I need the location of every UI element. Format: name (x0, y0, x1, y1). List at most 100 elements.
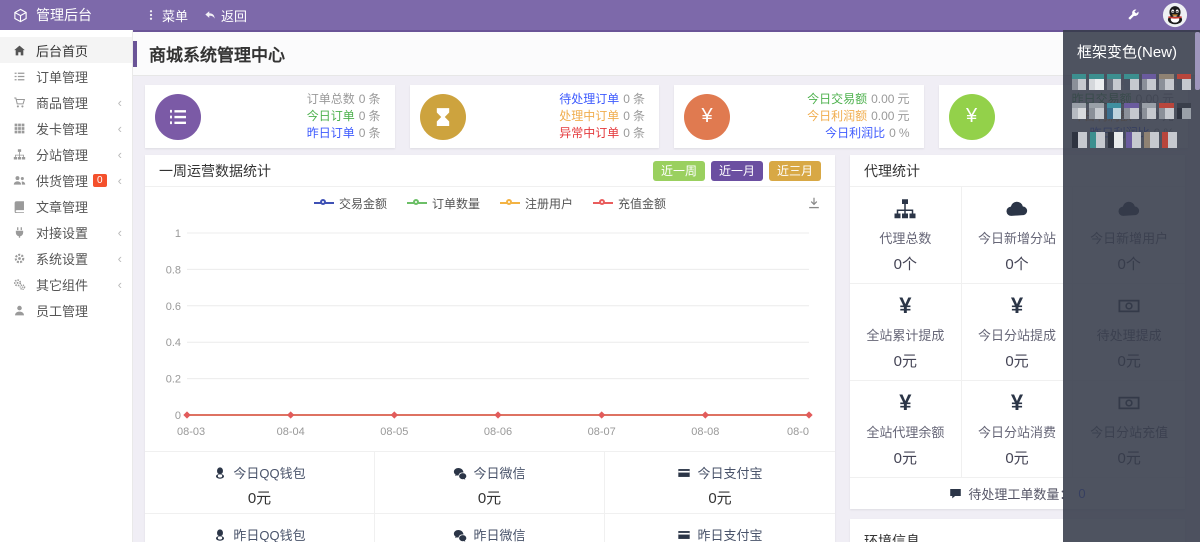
svg-text:08-03: 08-03 (177, 426, 205, 438)
theme-swatch[interactable] (1162, 132, 1177, 148)
theme-panel-title: 框架变色(New) (1077, 44, 1177, 61)
grid-icon (13, 122, 29, 135)
users-icon (13, 174, 29, 187)
legend-item[interactable]: 交易金额 (313, 195, 387, 212)
theme-swatch[interactable] (1089, 103, 1104, 119)
sidebar-item-4[interactable]: 发卡管理 ‹ (0, 115, 132, 141)
legend-item[interactable]: 订单数量 (406, 195, 480, 212)
theme-swatch[interactable] (1176, 103, 1191, 119)
user-avatar[interactable] (1162, 2, 1188, 28)
menu-button[interactable]: 菜单 (145, 6, 188, 25)
cloud-icon (1005, 197, 1029, 221)
theme-swatch[interactable] (1126, 132, 1141, 148)
stat-card-1: 订单总数 0 条今日订单 0 条昨日订单 0 条 (145, 85, 395, 148)
sidebar-item-9[interactable]: 系统设置 ‹ (0, 245, 132, 271)
stat-line: 异常中订单 0 条 (559, 126, 645, 140)
legend-marker-icon (406, 199, 427, 205)
range-button-3[interactable]: 近三月 (768, 160, 821, 181)
content-row: 一周运营数据统计 近一周 近一月 近三月 交易金额 订单数量 注册用户 充值金额 1 0.8… (133, 148, 1200, 542)
legend-item[interactable]: 充值金额 (593, 195, 666, 212)
sidebar-item-3[interactable]: 商品管理 ‹ (0, 89, 132, 115)
svg-text:0.6: 0.6 (166, 301, 181, 313)
theme-swatch[interactable] (1141, 103, 1157, 119)
theme-swatch[interactable] (1141, 74, 1157, 90)
sidebar-item-11[interactable]: 员工管理 (0, 297, 132, 323)
title-accent-bar (133, 40, 137, 67)
gear-icon (13, 252, 29, 265)
sidebar-item-10[interactable]: 其它组件 ‹ (0, 271, 132, 297)
agent-panel-title: 代理统计 (864, 162, 920, 179)
yen-icon: ¥ (1010, 292, 1024, 318)
svg-text:0.2: 0.2 (166, 374, 181, 386)
theme-swatch[interactable] (1089, 74, 1104, 90)
cogs-icon (13, 278, 29, 291)
card-icon (677, 466, 691, 480)
chart-legend: 交易金额 订单数量 注册用户 充值金额 (145, 187, 835, 219)
yen-icon: ¥ (899, 389, 912, 415)
theme-swatch[interactable] (1124, 103, 1139, 119)
scrollbar[interactable] (1195, 30, 1200, 542)
svg-text:08-0: 08-0 (787, 426, 809, 438)
stat-line: 待处理订单 0 条 (559, 92, 645, 106)
payment-value: 0元 (708, 490, 732, 507)
user-icon (13, 304, 29, 317)
cube-logo-icon (13, 8, 28, 23)
legend-marker-icon (593, 199, 614, 205)
stat-card-2: 待处理订单 0 条处理中订单 0 条异常中订单 0 条 (409, 85, 659, 148)
agent-cell: ¥ 今日分站提成 0元 (961, 284, 1074, 381)
theme-swatch[interactable] (1159, 74, 1174, 90)
reply-arrow-icon (204, 9, 216, 21)
theme-swatch[interactable] (1090, 132, 1105, 148)
svg-text:0.8: 0.8 (166, 264, 181, 276)
sidebar-item-5[interactable]: 分站管理 ‹ (0, 141, 132, 167)
svg-text:08-06: 08-06 (484, 426, 512, 438)
theme-swatch[interactable] (1144, 132, 1159, 148)
sidebar-badge: 0 (93, 173, 107, 187)
range-button-1[interactable]: 近一周 (652, 160, 705, 181)
payment-cell: 今日支付宝 0元 (605, 452, 835, 514)
payment-value: 0元 (477, 490, 502, 507)
yen-icon: ¥ (1010, 389, 1024, 415)
book-icon (13, 200, 29, 213)
hourglass-circle-icon (419, 93, 466, 140)
stat-card-3: ¥ 今日交易额 0.00 元今日利润额 0.00 元今日利润比 0% (674, 85, 924, 148)
theme-swatch[interactable] (1106, 74, 1122, 90)
theme-color-panel: 框架变色(New) (1063, 30, 1200, 542)
back-button[interactable]: 返回 (204, 6, 247, 25)
svg-text:08-07: 08-07 (588, 426, 616, 438)
chart-panel-title: 一周运营数据统计 (159, 162, 271, 179)
chevron-left-icon: ‹ (117, 94, 122, 110)
chevron-left-icon: ‹ (117, 146, 122, 162)
sitemap-icon (893, 197, 917, 221)
legend-marker-icon (313, 199, 334, 205)
agent-cell: ¥ 今日分站消费 0元 (961, 381, 1074, 478)
range-button-2[interactable]: 近一月 (710, 160, 763, 181)
svg-text:0: 0 (175, 410, 181, 422)
download-icon[interactable] (807, 196, 821, 210)
page-header: 商城系统管理中心 (133, 32, 1200, 76)
theme-swatch[interactable] (1124, 74, 1139, 90)
scrollbar-thumb[interactable] (1195, 32, 1200, 90)
listol-icon (167, 106, 189, 128)
sidebar-item-8[interactable]: 对接设置 ‹ (0, 219, 132, 245)
legend-item[interactable]: 注册用户 (500, 195, 573, 212)
svg-text:1: 1 (175, 228, 181, 240)
app-brand[interactable]: 管理后台 (0, 5, 133, 25)
theme-swatch[interactable] (1072, 132, 1087, 148)
plug-icon (13, 226, 29, 239)
wrench-icon[interactable] (1126, 8, 1140, 22)
weekly-stats-panel: 一周运营数据统计 近一周 近一月 近三月 交易金额 订单数量 注册用户 充值金额 1 0.8… (145, 155, 835, 542)
sidebar-item-1[interactable]: 后台首页 (0, 37, 132, 63)
theme-swatch[interactable] (1108, 132, 1123, 148)
theme-swatch[interactable] (1106, 103, 1122, 119)
theme-swatch[interactable] (1176, 74, 1191, 90)
sidebar-item-2[interactable]: 订单管理 (0, 63, 132, 89)
sidebar-item-6[interactable]: 供货管理 0 ‹ (0, 167, 132, 193)
stat-line: 今日订单 0 条 (306, 109, 381, 123)
payment-cell: 昨日QQ钱包0元 (145, 514, 375, 542)
range-buttons: 近一周 近一月 近三月 (652, 160, 821, 181)
theme-swatch[interactable] (1072, 103, 1087, 119)
theme-swatch[interactable] (1072, 74, 1087, 90)
sidebar-item-7[interactable]: 文章管理 (0, 193, 132, 219)
theme-swatch[interactable] (1159, 103, 1174, 119)
